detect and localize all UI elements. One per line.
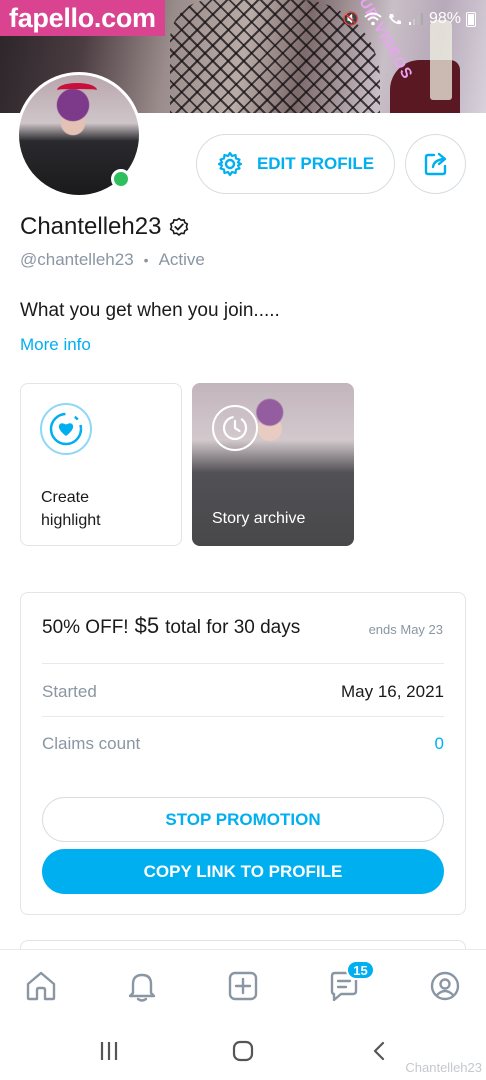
signal-icon [408, 13, 423, 25]
online-status-dot [111, 169, 131, 189]
started-label: Started [42, 682, 97, 701]
story-archive-label: Story archive [212, 510, 306, 527]
battery-icon [466, 11, 476, 27]
back-button[interactable] [365, 1036, 395, 1066]
promotion-discount: 50% OFF! [42, 617, 129, 638]
edit-profile-label: EDIT PROFILE [256, 154, 375, 173]
copy-link-button[interactable]: COPY LINK TO PROFILE [42, 849, 444, 894]
profile-icon [430, 971, 460, 1001]
recent-apps-button[interactable] [94, 1036, 124, 1066]
stop-promotion-button[interactable]: STOP PROMOTION [42, 797, 444, 842]
divider [42, 663, 444, 664]
gear-icon [217, 151, 243, 177]
home-icon [26, 971, 56, 1001]
divider [42, 716, 444, 717]
bell-icon [128, 973, 156, 1002]
username-watermark: Chantelleh23 [405, 1060, 482, 1075]
nav-home[interactable] [21, 966, 61, 1006]
more-info-link[interactable]: More info [20, 335, 91, 355]
status-bar: 🔇 98% [343, 9, 476, 29]
mute-icon: 🔇 [342, 11, 359, 26]
claims-value[interactable]: 0 [435, 734, 444, 754]
started-value: May 16, 2021 [340, 682, 444, 701]
profile-handle-row: @chantelleh23 • Active [20, 250, 205, 270]
home-button[interactable] [228, 1036, 258, 1066]
nav-profile[interactable] [425, 966, 465, 1006]
bottom-nav: 15 [0, 949, 486, 1021]
cover-bottle-decoration [430, 20, 452, 100]
nav-messages[interactable]: 15 [324, 960, 375, 1006]
verified-icon [170, 217, 189, 237]
heart-highlight-icon [40, 403, 92, 455]
share-icon [424, 152, 446, 176]
call-icon [388, 14, 401, 25]
add-post-icon [228, 971, 258, 1001]
promotion-ends: ends May 23 [368, 622, 443, 637]
wifi-icon [364, 12, 382, 26]
nav-notifications[interactable] [122, 966, 162, 1006]
profile-name: Chantelleh23 [20, 213, 162, 240]
story-archive-card[interactable]: Story archive [192, 383, 354, 546]
separator-dot: • [143, 252, 149, 268]
promotion-price: $5 [134, 613, 160, 638]
promotion-started-row: Started May 16, 2021 [42, 682, 444, 702]
share-profile-button[interactable] [405, 134, 466, 194]
promotion-claims-row: Claims count 0 [42, 734, 444, 754]
promotion-duration: total for 30 days [165, 617, 301, 638]
profile-name-row: Chantelleh23 [20, 213, 189, 241]
avatar-ears-decoration [57, 83, 97, 97]
profile-handle: @chantelleh23 [20, 250, 134, 269]
messages-badge: 15 [346, 960, 375, 980]
create-highlight-card[interactable]: Create highlight [20, 383, 182, 546]
edit-profile-button[interactable]: EDIT PROFILE [196, 134, 395, 194]
history-clock-icon [212, 405, 258, 451]
battery-percent: 98% [428, 10, 461, 27]
claims-label: Claims count [42, 734, 141, 753]
promotion-card: 50% OFF! $5 total for 30 days ends May 2… [20, 592, 466, 915]
create-highlight-label: Create highlight [41, 489, 101, 529]
activity-status: Active [158, 250, 205, 269]
promotion-title: 50% OFF! $5 total for 30 days [42, 613, 300, 639]
nav-add-post[interactable] [223, 966, 263, 1006]
site-badge: fapello.com [0, 0, 165, 36]
back-chevron-icon [373, 1041, 385, 1061]
home-pill-icon [232, 1040, 254, 1062]
recent-apps-icon [100, 1042, 118, 1060]
profile-bio: What you get when you join..... [20, 300, 280, 321]
